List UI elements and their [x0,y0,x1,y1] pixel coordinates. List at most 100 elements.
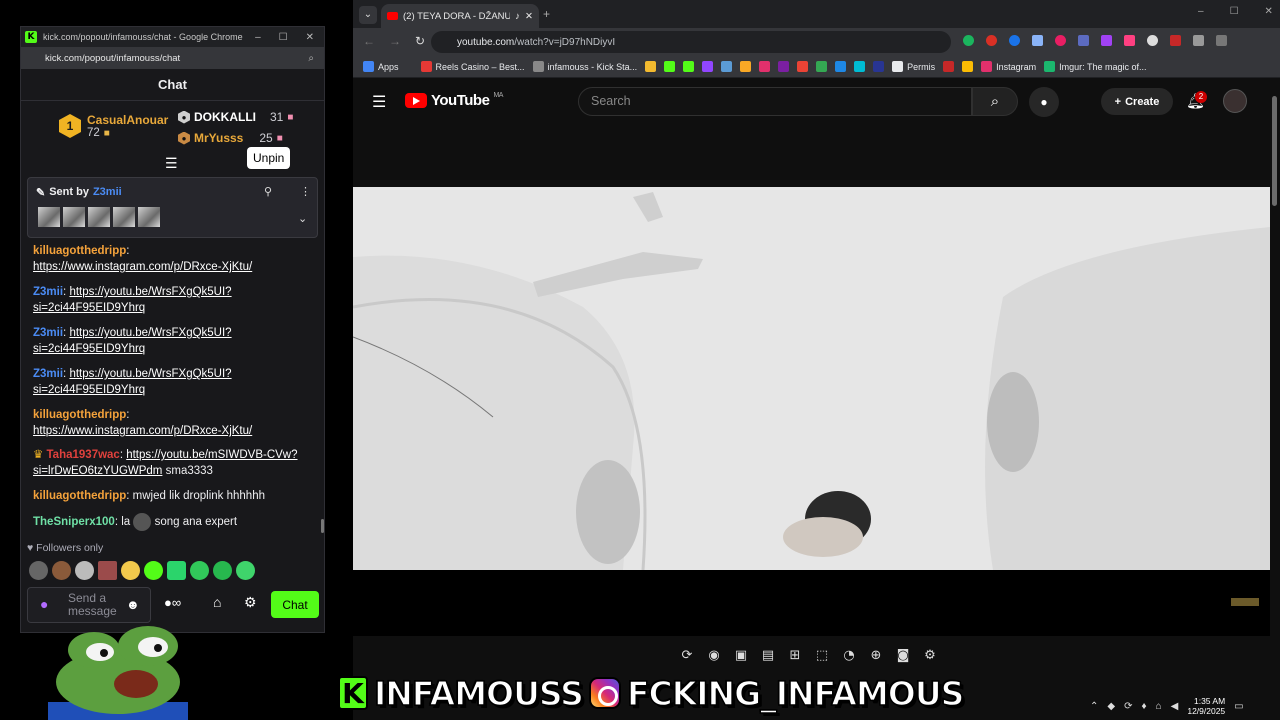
more-options-icon[interactable]: ⋮ [300,185,311,198]
extension-icon[interactable] [963,35,974,46]
message-link[interactable]: https://www.instagram.com/p/DRxce-XjKtu/ [33,425,252,437]
twitch-icon[interactable] [702,61,714,72]
bookmark-apps[interactable]: Apps [363,61,399,72]
leaderboard-third[interactable]: ● MrYusss 25 ■ [178,131,283,145]
message-username[interactable]: killuagotthedripp [33,245,126,257]
store-icon[interactable]: ⌂ [213,594,221,610]
chat-url-bar[interactable]: kick.com/popout/infamouss/chat ⌕ [21,47,324,69]
voice-search-button[interactable]: ● [1029,87,1059,117]
bookmark-icon[interactable] [778,61,790,72]
maximize-icon[interactable]: ☐ [279,32,288,43]
binance-icon[interactable] [645,61,657,72]
leaderboard-second[interactable]: ● DOKKALLI 31 ■ [178,110,293,124]
audio-icon[interactable]: ♪ [515,11,520,22]
speed-icon[interactable]: ◔ [838,644,860,666]
emote-icon[interactable] [75,561,94,580]
extension-icon[interactable] [1032,35,1043,46]
message-link[interactable]: si=2ci44F95EID9Yhrq [33,343,145,355]
microphone-icon[interactable]: ♦ [1141,701,1146,712]
extension-icon[interactable] [1124,35,1135,46]
emote-icon[interactable] [29,561,48,580]
video-player[interactable] [353,187,1270,570]
new-tab-icon[interactable]: + [543,7,550,21]
bookmark-icon[interactable] [873,61,885,72]
screenshot-icon[interactable]: ▣ [730,644,752,666]
tab-search-icon[interactable]: ⌄ [359,6,377,24]
settings-gear-icon[interactable]: ⚙ [919,644,941,666]
message-username[interactable]: Z3mii [33,327,63,339]
pip-icon[interactable]: ⊞ [784,644,806,666]
hamburger-menu-icon[interactable]: ☰ [372,92,386,112]
emoji-icon[interactable]: ☻ [126,597,140,612]
loop-icon[interactable]: ⟳ [676,644,698,666]
notification-icon[interactable]: ▭ [1234,701,1243,712]
instagram-icon[interactable] [759,61,771,72]
bookmark-icon[interactable] [962,61,974,72]
create-button[interactable]: + Create [1101,88,1173,115]
message-link[interactable]: https://www.instagram.com/p/DRxce-XjKtu/ [33,261,252,273]
bookmark-permis[interactable]: Permis [892,61,935,72]
message-username[interactable]: killuagotthedripp [33,490,126,502]
close-icon[interactable]: ✕ [1265,6,1273,17]
bookmark-icon[interactable] [740,61,752,72]
message-link[interactable]: si=2ci44F95EID9Yhrq [33,384,145,396]
address-bar[interactable]: youtube.com/watch?v=jD97hNDiyvI [431,31,951,53]
close-icon[interactable]: ✕ [306,32,314,43]
leaderboard-first[interactable]: 1 CasualAnouar 72 ■ [59,113,168,139]
puzzle-icon[interactable] [1193,35,1204,46]
system-clock[interactable]: 1:35 AM 12/9/2025 [1187,696,1225,716]
sort-icon[interactable]: ☰ [165,155,181,172]
message-link[interactable]: si=lrDwEO6tzYUGWPdm [33,465,162,477]
bookmark-icon[interactable] [816,61,828,72]
youtube-logo[interactable]: YouTube MA [405,92,503,109]
emote-icon[interactable] [167,561,186,580]
reload-icon[interactable]: ↻ [415,34,425,48]
add-icon[interactable]: ⊕ [865,644,887,666]
message-username[interactable]: killuagotthedripp [33,409,126,421]
sync-icon[interactable]: ⟳ [1124,701,1132,712]
emote-icon[interactable] [52,561,71,580]
youtube-search-input[interactable]: Search [578,87,972,116]
theater-icon[interactable]: ⬚ [811,644,833,666]
network-icon[interactable]: ⌂ [1156,701,1162,712]
forward-icon[interactable]: → [389,34,401,48]
tab-youtube[interactable]: (2) TEYA DORA - DŽANUM ♪ ✕ [381,4,539,28]
account-avatar[interactable] [1223,89,1247,113]
emote-icon[interactable] [144,561,163,580]
settings-gear-icon[interactable]: ⚙ [244,594,257,611]
microphone-icon[interactable]: ● [40,596,48,612]
bookmark-icon[interactable] [943,61,955,72]
chevron-down-icon[interactable]: ⌄ [298,212,307,225]
tab-close-icon[interactable]: ✕ [525,11,533,22]
kick-icon[interactable] [683,61,695,72]
message-username[interactable]: Taha1937wac [47,449,120,461]
message-link[interactable]: https://youtu.be/WrsFXgQk5UI? [69,286,231,298]
camera-icon[interactable]: ◙ [892,644,914,666]
message-username[interactable]: Z3mii [33,368,63,380]
discord-icon[interactable]: ◆ [1107,701,1115,712]
chat-message-input[interactable]: ● Send a message ☻ [27,587,151,623]
bookmark-icon[interactable] [854,61,866,72]
profile-avatar[interactable] [1216,35,1227,46]
extension-icon[interactable] [1101,35,1112,46]
message-link[interactable]: https://youtu.be/WrsFXgQk5UI? [69,327,231,339]
emote-menu-icon[interactable]: ●∞ [164,595,181,610]
emote-icon[interactable] [121,561,140,580]
extension-icon[interactable] [1078,35,1089,46]
extension-icon[interactable] [986,35,997,46]
bookmark-instagram[interactable]: Instagram [981,61,1036,72]
extension-icon[interactable] [1147,35,1158,46]
chevron-up-icon[interactable]: ⌃ [1090,701,1098,712]
search-button[interactable]: ⌕ [972,87,1018,116]
kick-icon[interactable] [664,61,676,72]
scroll-thumb[interactable] [1272,96,1277,206]
gmail-icon[interactable] [797,61,809,72]
broadcast-icon[interactable]: ◉ [703,644,725,666]
chat-send-button[interactable]: Chat [271,591,319,618]
message-username[interactable]: TheSniperx100 [33,516,115,528]
bookmark-icon[interactable] [721,61,733,72]
bookmark-reels[interactable]: Reels Casino – Best... [420,61,525,72]
bookmark-kick[interactable]: infamouss - Kick Sta... [532,61,637,72]
bookmark-imgur[interactable]: Imgur: The magic of... [1044,61,1147,72]
page-scrollbar[interactable] [1270,86,1280,720]
